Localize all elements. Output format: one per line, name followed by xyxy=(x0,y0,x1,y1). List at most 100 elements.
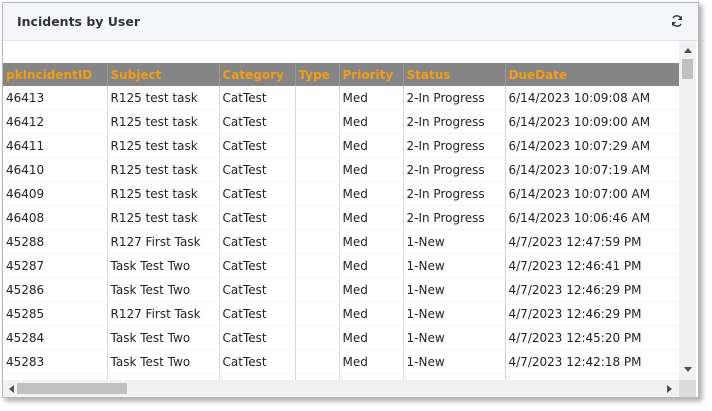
cell-subject: R125 test task xyxy=(107,109,220,134)
cell-status: 1-New xyxy=(403,277,506,302)
cell-duedate: 6/14/2023 10:06:46 AM xyxy=(505,205,679,230)
incidents-panel: Incidents by User pkIncidentID Subject Cat… xyxy=(2,2,699,398)
panel-header: Incidents by User xyxy=(3,3,698,41)
table-row[interactable]: 46411 R125 test task CatTest Med 2-In Progre… xyxy=(3,133,679,158)
cell-category: CatTest xyxy=(219,86,296,110)
column-header-pkincidentid[interactable]: pkIncidentID xyxy=(3,63,108,86)
vertical-scroll-thumb[interactable] xyxy=(682,59,693,79)
cell-priority: Med xyxy=(339,325,404,350)
cell-category: CatTest xyxy=(219,349,296,374)
grid-body: 46413 R125 test task CatTest Med 2-In Progre… xyxy=(3,86,679,380)
cell-subject: R125 test task xyxy=(107,86,220,110)
scroll-right-button[interactable] xyxy=(662,380,678,397)
cell-priority: Med xyxy=(339,349,404,374)
cell-type xyxy=(295,253,340,278)
cell-pkincidentid: 46410 xyxy=(3,157,108,182)
table-row[interactable]: 45287 Task Test Two CatTest Med 1-New 4/7/202… xyxy=(3,253,679,278)
cell-type xyxy=(295,325,340,350)
cell-type xyxy=(295,181,340,206)
cell-duedate: 6/14/2023 10:09:00 AM xyxy=(505,109,679,134)
cell-pkincidentid: 46413 xyxy=(3,86,108,110)
cell-pkincidentid: 45283 xyxy=(3,349,108,374)
cell-type xyxy=(295,229,340,254)
scroll-down-button[interactable] xyxy=(679,362,696,378)
table-row[interactable]: 46409 R125 test task CatTest Med 2-In Progre… xyxy=(3,181,679,206)
cell-priority: Med xyxy=(339,301,404,326)
scrollbar-corner xyxy=(679,380,696,397)
cell-type xyxy=(295,133,340,158)
cell-duedate: 6/14/2023 10:07:19 AM xyxy=(505,157,679,182)
table-row[interactable]: 45286 Task Test Two CatTest Med 1-New 4/7/202… xyxy=(3,277,679,302)
cell-priority: Med xyxy=(339,86,404,110)
cell-subject: Task Test Two xyxy=(107,349,220,374)
cell-pkincidentid: 45288 xyxy=(3,229,108,254)
grid-area: pkIncidentID Subject Category Type Priority S… xyxy=(3,41,698,397)
cell-subject: R125 test task xyxy=(107,133,220,158)
cell-duedate: 4/7/2023 12:46:29 PM xyxy=(505,277,679,302)
cell-pkincidentid: 45285 xyxy=(3,301,108,326)
cell-status: 2-In Progress xyxy=(403,181,506,206)
cell-priority: Med xyxy=(339,181,404,206)
cell-duedate: 6/14/2023 10:09:08 AM xyxy=(505,86,679,110)
cell-duedate: 6/14/2023 10:07:00 AM xyxy=(505,181,679,206)
cell-subject: Task Test Two xyxy=(107,277,220,302)
refresh-button[interactable] xyxy=(668,12,686,30)
cell-category: CatTest xyxy=(219,277,296,302)
scroll-down-arrow-icon xyxy=(683,367,692,372)
grid-viewport: pkIncidentID Subject Category Type Priority S… xyxy=(3,41,679,380)
column-header-subject[interactable]: Subject xyxy=(107,63,220,86)
column-header-status[interactable]: Status xyxy=(403,63,506,86)
vertical-scrollbar[interactable] xyxy=(679,41,696,380)
cell-category: CatTest xyxy=(219,301,296,326)
column-header-type[interactable]: Type xyxy=(295,63,340,86)
cell-priority: Med xyxy=(339,133,404,158)
cell-status: 1-New xyxy=(403,301,506,326)
table-row[interactable]: 45283 Task Test Two CatTest Med 1-New 4/7/202… xyxy=(3,349,679,374)
scroll-left-arrow-icon xyxy=(9,384,14,393)
table-row[interactable]: 45288 R127 First Task CatTest Med 1-New 4/7/2… xyxy=(3,229,679,254)
table-row[interactable]: 46410 R125 test task CatTest Med 2-In Progre… xyxy=(3,157,679,182)
cell-pkincidentid: 45286 xyxy=(3,277,108,302)
table-row[interactable]: 46408 R125 test task CatTest Med 2-In Progre… xyxy=(3,205,679,230)
cell-pkincidentid: 46411 xyxy=(3,133,108,158)
incidents-grid: pkIncidentID Subject Category Type Priority S… xyxy=(3,63,679,380)
cell-subject: R127 First Task xyxy=(107,229,220,254)
scroll-up-button[interactable] xyxy=(679,42,696,58)
grid-header-row: pkIncidentID Subject Category Type Priority S… xyxy=(3,63,679,86)
cell-status: 2-In Progress xyxy=(403,205,506,230)
cell-status: 2-In Progress xyxy=(403,133,506,158)
table-row[interactable]: 45284 Task Test Two CatTest Med 1-New 4/7/202… xyxy=(3,325,679,350)
cell-type xyxy=(295,86,340,110)
horizontal-scroll-thumb[interactable] xyxy=(17,383,127,394)
table-row[interactable]: 46413 R125 test task CatTest Med 2-In Progre… xyxy=(3,86,679,110)
cell-status: 1-New xyxy=(403,253,506,278)
refresh-icon xyxy=(671,15,683,27)
cell-type xyxy=(295,205,340,230)
cell-type xyxy=(295,157,340,182)
cell-status: 1-New xyxy=(403,229,506,254)
cell-category: CatTest xyxy=(219,253,296,278)
cell-priority: Med xyxy=(339,157,404,182)
cell-category: CatTest xyxy=(219,229,296,254)
column-header-priority[interactable]: Priority xyxy=(339,63,404,86)
cell-subject: R125 test task xyxy=(107,157,220,182)
cell-duedate: 4/7/2023 12:46:41 PM xyxy=(505,253,679,278)
panel-title: Incidents by User xyxy=(17,14,141,29)
cell-pkincidentid: 46409 xyxy=(3,181,108,206)
cell-priority: Med xyxy=(339,229,404,254)
cell-pkincidentid: 45287 xyxy=(3,253,108,278)
cell-status: 2-In Progress xyxy=(403,86,506,110)
cell-pkincidentid: 46408 xyxy=(3,205,108,230)
cell-subject: Task Test Two xyxy=(107,325,220,350)
cell-subject: R127 First Task xyxy=(107,301,220,326)
table-row[interactable]: 46412 R125 test task CatTest Med 2-In Progre… xyxy=(3,109,679,134)
cell-priority: Med xyxy=(339,205,404,230)
cell-category: CatTest xyxy=(219,133,296,158)
cell-duedate: 4/7/2023 12:45:20 PM xyxy=(505,325,679,350)
horizontal-scrollbar[interactable] xyxy=(3,380,679,397)
cell-type xyxy=(295,109,340,134)
column-header-duedate[interactable]: DueDate xyxy=(505,63,679,86)
cell-type xyxy=(295,301,340,326)
table-row[interactable]: 45285 R127 First Task CatTest Med 1-New 4/7/2… xyxy=(3,301,679,326)
column-header-category[interactable]: Category xyxy=(219,63,296,86)
